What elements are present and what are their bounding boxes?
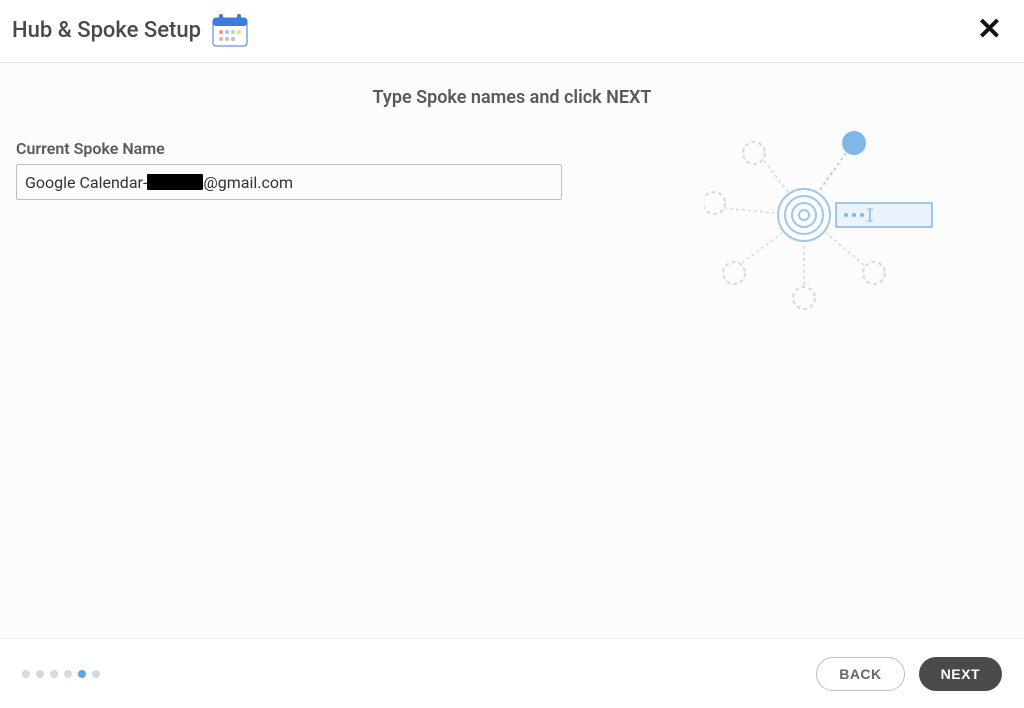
dialog-header: Hub & Spoke Setup ✕ xyxy=(0,0,1024,63)
back-button[interactable]: BACK xyxy=(816,657,904,691)
hub-spoke-illustration xyxy=(704,123,964,323)
step-dot-5 xyxy=(78,670,86,678)
step-dot-6 xyxy=(92,670,100,678)
redacted-text xyxy=(147,174,203,190)
dialog-title: Hub & Spoke Setup xyxy=(12,18,201,43)
next-button[interactable]: NEXT xyxy=(919,657,1002,691)
spoke-name-value-suffix: @gmail.com xyxy=(203,173,293,192)
step-dot-2 xyxy=(36,670,44,678)
dialog-footer: BACK NEXT xyxy=(0,638,1024,708)
header-left-group: Hub & Spoke Setup xyxy=(12,12,249,48)
instruction-text: Type Spoke names and click NEXT xyxy=(0,63,1024,108)
spoke-name-value-prefix: Google Calendar- xyxy=(25,173,147,192)
step-dot-1 xyxy=(22,670,30,678)
progress-dots xyxy=(22,670,100,678)
spoke-name-label: Current Spoke Name xyxy=(16,139,562,158)
step-dot-3 xyxy=(50,670,58,678)
close-icon[interactable]: ✕ xyxy=(971,15,1008,45)
step-dot-4 xyxy=(64,670,72,678)
calendar-icon xyxy=(211,12,249,48)
spoke-name-input[interactable]: Google Calendar- @gmail.com xyxy=(16,164,562,200)
dialog-content: Type Spoke names and click NEXT Current … xyxy=(0,63,1024,643)
form-area: Current Spoke Name Google Calendar- @gmai… xyxy=(16,139,562,200)
footer-buttons: BACK NEXT xyxy=(816,657,1002,691)
